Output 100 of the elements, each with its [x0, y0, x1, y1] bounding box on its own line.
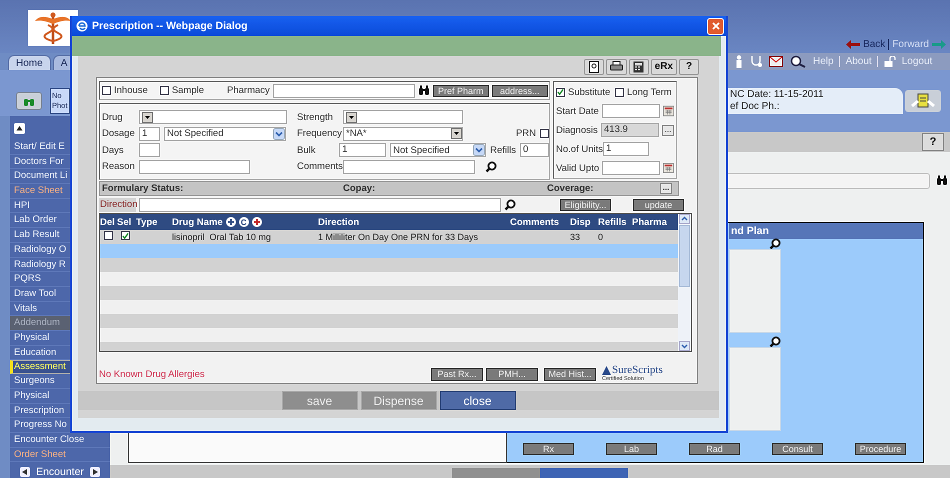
previous-button[interactable]	[20, 467, 30, 478]
history-button[interactable]: Past Rx...	[431, 368, 483, 380]
dropdown[interactable]: Not Specified	[164, 126, 286, 141]
dropdown[interactable]: *NA*	[343, 126, 463, 141]
order-button[interactable]: Rx	[523, 443, 574, 456]
back-link[interactable]: Back	[863, 39, 890, 50]
input-field[interactable]: 1	[339, 143, 386, 158]
field-label: Long Term	[627, 86, 671, 98]
dropdown[interactable]	[139, 110, 287, 124]
input-field[interactable]	[343, 160, 475, 174]
page-icon	[588, 60, 599, 72]
order-button[interactable]: Consult	[772, 443, 823, 456]
envelope-icon[interactable]	[769, 56, 783, 67]
input-field[interactable]	[602, 161, 660, 175]
help-button[interactable]: ?	[922, 132, 944, 151]
eligibility-button[interactable]: Eligibility...	[560, 198, 611, 211]
input-field[interactable]	[139, 198, 501, 212]
more-button[interactable]: ...	[662, 124, 674, 136]
order-button[interactable]: Procedure	[855, 443, 906, 456]
scrollbar[interactable]	[678, 214, 691, 351]
add-icon[interactable]	[226, 217, 236, 227]
input-field[interactable]	[602, 104, 660, 118]
forward-link[interactable]: Forward	[892, 39, 929, 50]
input-field[interactable]	[139, 143, 160, 158]
collapse-up-icon[interactable]	[14, 122, 25, 134]
search-button[interactable]	[16, 92, 42, 110]
column-header: Sel	[117, 216, 132, 228]
checkbox[interactable]	[104, 231, 113, 240]
column-header: Disp	[570, 216, 592, 228]
edit-button[interactable]	[905, 90, 941, 112]
nav-tab[interactable]: Home	[8, 55, 51, 70]
order-button[interactable]: Lab	[606, 443, 657, 456]
field-label: Refills	[490, 144, 516, 156]
print-button[interactable]	[606, 58, 627, 74]
toolbar-button[interactable]: eRx	[650, 58, 677, 74]
table-cell-text: 1 Milliliter On Day One PRN for 33 Days	[318, 232, 480, 242]
binoculars-icon[interactable]	[936, 175, 948, 186]
scroll-down-icon[interactable]	[679, 341, 690, 351]
surescripts-logo: SureScripts	[602, 365, 663, 376]
close-icon	[712, 22, 720, 30]
zoom-icon[interactable]	[769, 336, 781, 348]
input-field[interactable]: 413.9	[601, 123, 659, 137]
clear-button[interactable]: C	[238, 217, 249, 227]
tab[interactable]	[540, 468, 628, 478]
table-cell-text: 0	[598, 232, 604, 242]
table-row[interactable]: lisinopril Oral Tab 10 mg 1 Milliliter On Day One PRN for 33 Days 33 0	[100, 230, 678, 244]
field-label: PRN	[516, 128, 536, 140]
field-label: Inhouse	[114, 85, 148, 96]
checkbox[interactable]	[615, 88, 624, 96]
panel-title: nd Plan	[729, 222, 923, 239]
input-field[interactable]	[139, 160, 250, 174]
input-field[interactable]	[272, 84, 415, 98]
zoom-icon[interactable]	[769, 238, 781, 250]
search-icon[interactable]	[485, 160, 497, 173]
field-label: Sample	[172, 85, 204, 96]
magnifier-icon[interactable]	[789, 55, 807, 68]
toolbar-button[interactable]: ?	[679, 58, 699, 74]
field-label: Start Date	[556, 106, 599, 116]
table-cell-text: lisinopril Oral Tab 10 mg	[172, 232, 272, 242]
dialog-button[interactable]: close	[440, 391, 516, 410]
pharmacy-button[interactable]: Pref Pharm	[432, 84, 489, 96]
person-icon[interactable]	[734, 55, 744, 68]
binoculars-icon[interactable]	[418, 85, 430, 96]
calculator-icon	[633, 60, 644, 72]
order-button[interactable]: Rad	[689, 443, 740, 456]
calendar-icon[interactable]	[663, 162, 674, 174]
stethoscope-icon[interactable]	[750, 55, 763, 68]
input-field[interactable]: 0	[520, 143, 549, 158]
field-label: Bulk	[297, 144, 316, 156]
calculator-button[interactable]	[628, 58, 649, 74]
dropdown[interactable]	[343, 110, 463, 124]
scroll-up-icon[interactable]	[679, 214, 690, 224]
table-cell-text: 33	[570, 232, 582, 242]
input-field[interactable]: 1	[603, 142, 649, 156]
browser-icon	[76, 20, 88, 32]
caret-icon	[273, 128, 285, 140]
field-label: Diagnosis	[556, 124, 598, 136]
patient-info-text: ef Doc Ph.:	[730, 101, 780, 113]
history-button[interactable]: Med Hist...	[544, 368, 596, 380]
lock-icon[interactable]	[884, 56, 896, 67]
preview-button[interactable]	[584, 58, 604, 74]
add-row-icon[interactable]	[252, 217, 262, 227]
history-button[interactable]: PMH...	[486, 368, 538, 380]
dropdown[interactable]: Not Specified	[390, 143, 486, 158]
left-caret-icon	[22, 469, 28, 476]
checkbox[interactable]	[556, 88, 565, 96]
pharmacy-button[interactable]: address...	[492, 84, 548, 96]
calendar-icon[interactable]	[662, 105, 674, 117]
update-button[interactable]: update	[633, 198, 684, 211]
next-button[interactable]	[90, 467, 100, 478]
checkbox[interactable]	[121, 231, 130, 240]
field-label: Pharmacy	[227, 85, 270, 96]
checkbox[interactable]	[540, 129, 549, 138]
close-button[interactable]	[707, 18, 724, 34]
checkbox[interactable]	[102, 86, 111, 95]
encounter-label: Encounter	[36, 466, 84, 478]
checkbox[interactable]	[160, 86, 169, 95]
search-icon[interactable]	[504, 198, 516, 211]
input-field[interactable]: 1	[139, 126, 160, 141]
more-button[interactable]: ...	[660, 182, 672, 194]
